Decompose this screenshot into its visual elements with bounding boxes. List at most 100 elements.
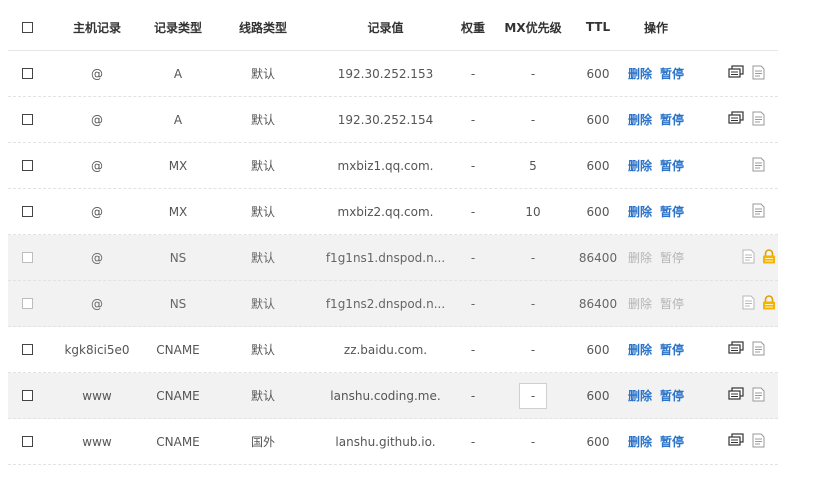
record-value[interactable]: mxbiz2.qq.com. (313, 189, 458, 234)
header-checkbox-cell (8, 4, 42, 50)
line-type[interactable]: 默认 (223, 97, 303, 142)
pause-link[interactable]: 暂停 (660, 387, 684, 404)
weight-value[interactable]: - (448, 143, 498, 188)
note-icon[interactable] (752, 341, 765, 359)
row-checkbox[interactable] (22, 68, 33, 79)
lock-icon (762, 248, 776, 267)
line-type[interactable]: 默认 (223, 189, 303, 234)
ttl-value[interactable]: 600 (568, 143, 628, 188)
comment-icon[interactable] (728, 433, 745, 450)
pause-link[interactable]: 暂停 (660, 203, 684, 220)
ttl-value[interactable]: 600 (568, 189, 628, 234)
pause-link: 暂停 (660, 251, 685, 265)
delete-link: 删除 (628, 297, 653, 311)
record-value[interactable]: mxbiz1.qq.com. (313, 143, 458, 188)
mx-priority-cell: - (498, 51, 568, 96)
mx-priority-cell: - (498, 281, 568, 326)
mx-priority-value: - (530, 296, 536, 311)
row-checkbox[interactable] (22, 344, 33, 355)
pause-link[interactable]: 暂停 (660, 111, 684, 128)
weight-value[interactable]: - (448, 419, 498, 464)
pause-link[interactable]: 暂停 (660, 157, 684, 174)
delete-link[interactable]: 删除 (628, 387, 652, 404)
lock-icon (762, 294, 776, 313)
note-icon[interactable] (752, 111, 765, 129)
table-row: @ NS 默认 f1g1ns2.dnspod.n... - -86400 删除 暂停 (8, 281, 778, 327)
record-type[interactable]: NS (133, 235, 223, 280)
record-value[interactable]: zz.baidu.com. (313, 327, 458, 372)
mx-priority-value: 10 (525, 204, 541, 219)
ttl-value[interactable]: 86400 (568, 235, 628, 280)
record-type[interactable]: MX (133, 189, 223, 234)
row-icons (728, 419, 776, 464)
row-icons (728, 97, 776, 142)
line-type[interactable]: 国外 (223, 419, 303, 464)
record-value[interactable]: f1g1ns2.dnspod.n... (313, 281, 458, 326)
ttl-value[interactable]: 600 (568, 327, 628, 372)
mx-priority-value: - (530, 388, 536, 403)
mx-priority-input[interactable]: - (519, 382, 547, 409)
record-type[interactable]: MX (133, 143, 223, 188)
delete-link[interactable]: 删除 (628, 65, 652, 82)
record-value[interactable]: f1g1ns1.dnspod.n... (313, 235, 458, 280)
weight-value[interactable]: - (448, 189, 498, 234)
row-checkbox[interactable] (22, 390, 33, 401)
comment-icon[interactable] (728, 65, 745, 82)
record-value[interactable]: 192.30.252.154 (313, 97, 458, 142)
comment-icon[interactable] (728, 387, 745, 404)
delete-link[interactable]: 删除 (628, 111, 652, 128)
line-type[interactable]: 默认 (223, 143, 303, 188)
row-checkbox[interactable] (22, 114, 33, 125)
weight-value[interactable]: - (448, 281, 498, 326)
record-type[interactable]: A (133, 97, 223, 142)
delete-link[interactable]: 删除 (628, 203, 652, 220)
record-value[interactable]: lanshu.coding.me. (313, 373, 458, 418)
record-type[interactable]: CNAME (133, 327, 223, 372)
line-type[interactable]: 默认 (223, 373, 303, 418)
ttl-value[interactable]: 600 (568, 51, 628, 96)
line-type[interactable]: 默认 (223, 51, 303, 96)
ttl-value[interactable]: 600 (568, 419, 628, 464)
ttl-value[interactable]: 600 (568, 373, 628, 418)
line-type[interactable]: 默认 (223, 281, 303, 326)
line-type[interactable]: 默认 (223, 235, 303, 280)
comment-icon[interactable] (728, 341, 745, 358)
pause-link[interactable]: 暂停 (660, 341, 684, 358)
weight-value[interactable]: - (448, 235, 498, 280)
note-icon[interactable] (752, 65, 765, 83)
row-icons (728, 373, 776, 418)
note-icon[interactable] (752, 433, 765, 451)
row-checkbox[interactable] (22, 160, 33, 171)
weight-value[interactable]: - (448, 373, 498, 418)
pause-link[interactable]: 暂停 (660, 433, 684, 450)
delete-link[interactable]: 删除 (628, 157, 652, 174)
row-checkbox[interactable] (22, 206, 33, 217)
select-all-checkbox[interactable] (22, 21, 33, 33)
record-type[interactable]: CNAME (133, 373, 223, 418)
record-value[interactable]: lanshu.github.io. (313, 419, 458, 464)
record-type[interactable]: NS (133, 281, 223, 326)
line-type[interactable]: 默认 (223, 327, 303, 372)
note-icon[interactable] (752, 157, 765, 175)
comment-icon[interactable] (728, 111, 745, 128)
pause-link[interactable]: 暂停 (660, 65, 684, 82)
row-checkbox[interactable] (22, 436, 33, 447)
weight-value[interactable]: - (448, 327, 498, 372)
ttl-value[interactable]: 600 (568, 97, 628, 142)
delete-link[interactable]: 删除 (628, 433, 652, 450)
table-row: @ A 默认 192.30.252.154- -600 删除 暂停 (8, 97, 778, 143)
record-value[interactable]: 192.30.252.153 (313, 51, 458, 96)
ops-cell: 删除 暂停 (628, 97, 686, 142)
weight-value[interactable]: - (448, 97, 498, 142)
row-checkbox-cell (8, 97, 42, 142)
note-icon[interactable] (752, 387, 765, 405)
delete-link[interactable]: 删除 (628, 341, 652, 358)
note-icon[interactable] (752, 203, 765, 221)
record-type[interactable]: A (133, 51, 223, 96)
weight-value[interactable]: - (448, 51, 498, 96)
dns-record-table: 主机记录 记录类型 线路类型 记录值 权重 MX优先级 TTL 操作 @ A 默认 1… (8, 4, 778, 465)
record-type[interactable]: CNAME (133, 419, 223, 464)
delete-link: 删除 (628, 251, 653, 265)
row-checkbox-cell (8, 373, 42, 418)
ttl-value[interactable]: 86400 (568, 281, 628, 326)
